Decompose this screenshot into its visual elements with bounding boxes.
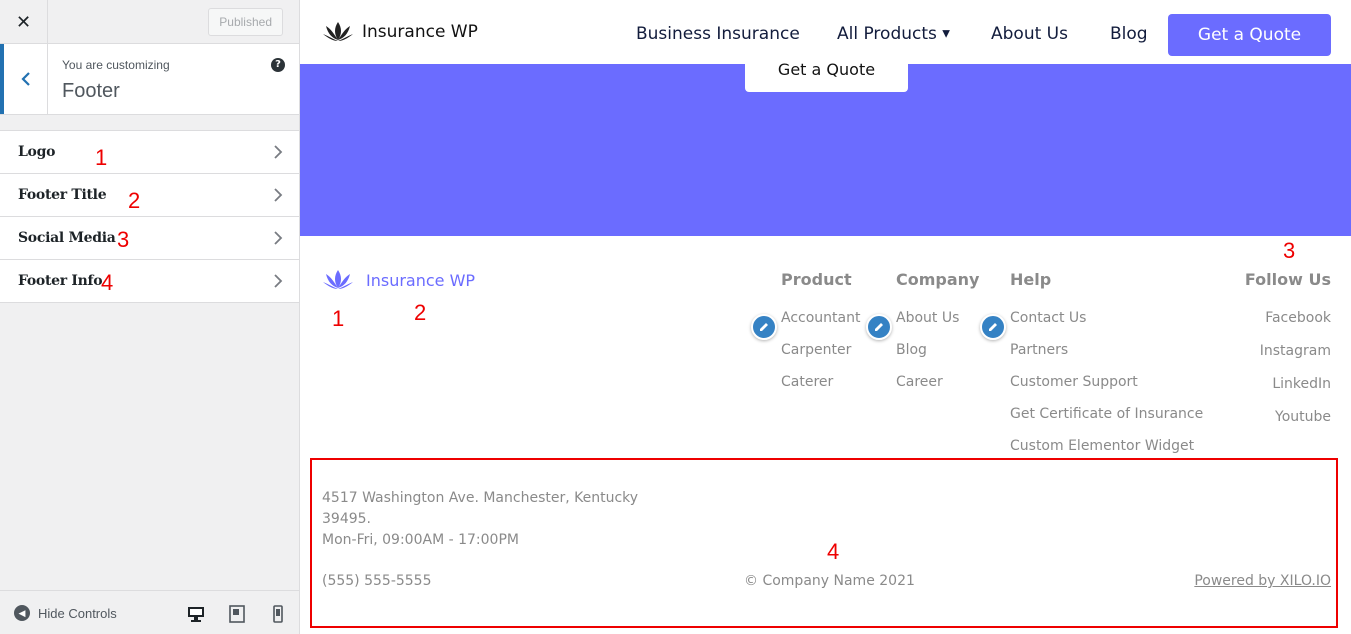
- desktop-preview-icon[interactable]: [187, 605, 205, 623]
- tablet-preview-icon[interactable]: [228, 605, 246, 623]
- section-label: Footer Info: [18, 273, 103, 289]
- hero-section: Get a Quote: [300, 60, 1351, 236]
- site-preview: Insurance WP Business Insurance All Prod…: [300, 0, 1351, 634]
- footer-link[interactable]: Accountant: [781, 310, 860, 326]
- footer-link[interactable]: Blog: [896, 342, 927, 358]
- footer-hours: Mon-Fri, 09:00AM - 17:00PM: [322, 532, 519, 548]
- nav-blog[interactable]: Blog: [1110, 24, 1148, 44]
- footer-link[interactable]: Customer Support: [1010, 374, 1138, 390]
- hide-controls-button[interactable]: ◀ Hide Controls: [14, 605, 117, 621]
- footer-link[interactable]: Partners: [1010, 342, 1068, 358]
- nav-label: All Products: [837, 24, 937, 44]
- customizing-label: You are customizing: [62, 58, 170, 72]
- chevron-left-icon: [20, 72, 30, 86]
- section-social-media[interactable]: Social Media 3: [0, 217, 299, 260]
- section-footer-info[interactable]: Footer Info 4: [0, 260, 299, 303]
- get-quote-button[interactable]: Get a Quote: [1168, 14, 1331, 56]
- edit-shortcut-pencil-icon[interactable]: [980, 314, 1006, 340]
- chevron-right-icon: [274, 231, 283, 245]
- lotus-logo-icon: [323, 22, 353, 41]
- annotation-marker: 4: [101, 270, 114, 295]
- social-link-youtube[interactable]: Youtube: [1275, 409, 1331, 425]
- hero-quote-button[interactable]: Get a Quote: [745, 60, 908, 92]
- section-logo[interactable]: Logo 1: [0, 131, 299, 174]
- nav-business-insurance[interactable]: Business Insurance: [636, 24, 800, 44]
- nav-all-products[interactable]: All Products ▼: [837, 24, 950, 44]
- footer-link[interactable]: Get Certificate of Insurance: [1010, 406, 1203, 422]
- back-button[interactable]: [0, 44, 48, 114]
- panel-title: Footer: [62, 80, 120, 102]
- customizer-header: ✕ Published: [0, 0, 299, 44]
- footer-link[interactable]: Contact Us: [1010, 310, 1086, 326]
- chevron-right-icon: [274, 188, 283, 202]
- annotation-marker: 3: [117, 227, 130, 252]
- footer-address-zip: 39495.: [322, 511, 371, 527]
- footer-link[interactable]: Custom Elementor Widget: [1010, 438, 1194, 454]
- hero-quote-label: Get a Quote: [777, 60, 876, 79]
- nav-about-us[interactable]: About Us: [991, 24, 1068, 44]
- section-list: Logo 1 Footer Title 2 Social Media 3 Foo…: [0, 130, 299, 303]
- social-link-linkedin[interactable]: LinkedIn: [1272, 376, 1331, 392]
- panel-info: You are customizing Footer ?: [0, 44, 299, 115]
- site-logo[interactable]: Insurance WP: [322, 20, 478, 44]
- chevron-right-icon: [274, 274, 283, 288]
- chevron-right-icon: [274, 145, 283, 159]
- hide-controls-label: Hide Controls: [38, 605, 117, 621]
- section-label: Footer Title: [18, 187, 107, 203]
- footer-col-title-product: Product: [781, 270, 852, 289]
- lotus-logo-icon: [323, 270, 353, 289]
- section-label: Social Media: [18, 230, 116, 246]
- powered-by-link[interactable]: Powered by XILO.IO: [1194, 573, 1331, 589]
- annotation-marker: 4: [827, 539, 840, 564]
- footer-copyright: © Company Name 2021: [744, 573, 915, 589]
- help-icon[interactable]: ?: [271, 58, 285, 72]
- social-link-facebook[interactable]: Facebook: [1265, 310, 1331, 326]
- customizer-sidebar: ✕ Published You are customizing Footer ?…: [0, 0, 300, 634]
- collapse-icon: ◀: [14, 605, 30, 621]
- publish-button[interactable]: Published: [208, 8, 283, 36]
- annotation-marker: 1: [95, 145, 108, 170]
- social-link-instagram[interactable]: Instagram: [1260, 343, 1331, 359]
- site-navbar: Insurance WP Business Insurance All Prod…: [300, 0, 1351, 64]
- caret-down-icon: ▼: [942, 28, 950, 40]
- annotation-marker: 2: [414, 300, 427, 325]
- annotation-marker: 2: [128, 188, 141, 213]
- footer-link[interactable]: About Us: [896, 310, 959, 326]
- footer-logo[interactable]: Insurance WP: [322, 268, 475, 292]
- footer-link[interactable]: Career: [896, 374, 943, 390]
- edit-shortcut-pencil-icon[interactable]: [866, 314, 892, 340]
- footer-col-title-company: Company: [896, 270, 980, 289]
- annotation-marker: 3: [1283, 238, 1296, 263]
- customizer-footer: ◀ Hide Controls: [0, 590, 299, 634]
- mobile-preview-icon[interactable]: [269, 605, 287, 623]
- footer-phone[interactable]: (555) 555-5555: [322, 573, 432, 589]
- footer-link[interactable]: Carpenter: [781, 342, 851, 358]
- section-label: Logo: [18, 144, 56, 160]
- brand-name: Insurance WP: [362, 22, 478, 42]
- footer-link[interactable]: Caterer: [781, 374, 833, 390]
- close-customizer-button[interactable]: ✕: [0, 0, 48, 44]
- footer-address: 4517 Washington Ave. Manchester, Kentuck…: [322, 490, 639, 506]
- edit-shortcut-pencil-icon[interactable]: [751, 314, 777, 340]
- footer-col-title-help: Help: [1010, 270, 1052, 289]
- footer-col-title-follow: Follow Us: [1244, 270, 1331, 289]
- footer-brand-name: Insurance WP: [366, 270, 476, 290]
- section-footer-title[interactable]: Footer Title 2: [0, 174, 299, 217]
- annotation-marker: 1: [332, 306, 345, 331]
